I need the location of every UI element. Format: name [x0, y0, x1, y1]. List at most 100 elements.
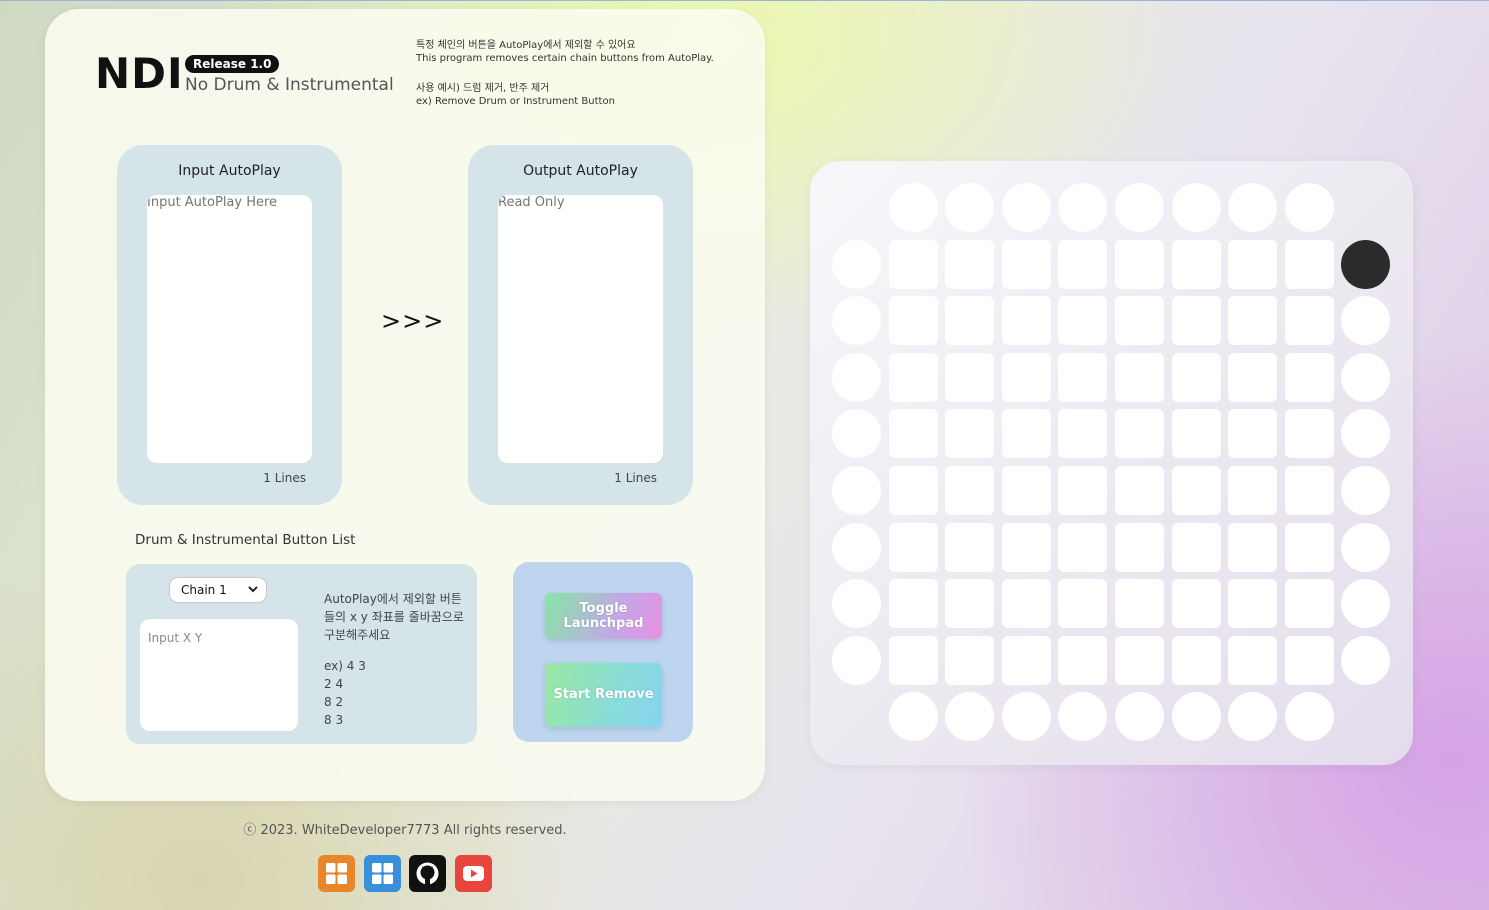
launchpad-round-button[interactable] [1228, 183, 1278, 232]
launchpad-pad[interactable] [1115, 352, 1164, 402]
launchpad-round-button[interactable] [832, 635, 881, 685]
launchpad-pad[interactable] [1115, 466, 1164, 515]
output-autoplay-textarea[interactable] [498, 195, 663, 463]
chain-select[interactable]: Chain 1 [169, 577, 267, 603]
launchpad-pad[interactable] [1228, 579, 1278, 629]
launchpad-pad[interactable] [888, 296, 938, 346]
launchpad-pad[interactable] [888, 579, 938, 629]
launchpad-pad[interactable] [1058, 466, 1108, 515]
launchpad-pad[interactable] [1058, 296, 1108, 346]
launchpad-pad[interactable] [1228, 635, 1278, 685]
launchpad-pad[interactable] [945, 522, 995, 572]
launchpad-round-button[interactable] [832, 239, 881, 289]
launchpad-pad[interactable] [1171, 635, 1221, 685]
launchpad-round-button[interactable] [1058, 692, 1108, 742]
launchpad-round-button[interactable] [832, 579, 881, 629]
launchpad-pad[interactable] [1001, 466, 1051, 515]
launchpad-pad[interactable] [1228, 296, 1278, 346]
launchpad-pad[interactable] [945, 239, 995, 289]
launchpad-round-button[interactable] [1115, 183, 1164, 232]
launchpad-pad[interactable] [1115, 296, 1164, 346]
launchpad-pad[interactable] [1115, 409, 1164, 459]
launchpad-pad[interactable] [1058, 635, 1108, 685]
launchpad-pad[interactable] [1058, 352, 1108, 402]
launchpad-pad[interactable] [1228, 522, 1278, 572]
launchpad-pad[interactable] [1228, 409, 1278, 459]
launchpad-pad[interactable] [945, 409, 995, 459]
launchpad-pad[interactable] [1058, 239, 1108, 289]
launchpad-pad[interactable] [888, 635, 938, 685]
launchpad-pad[interactable] [1228, 466, 1278, 515]
launchpad-pad[interactable] [1284, 522, 1334, 572]
launchpad-pad[interactable] [1228, 352, 1278, 402]
input-autoplay-textarea[interactable] [147, 195, 312, 463]
launchpad-pad[interactable] [1115, 522, 1164, 572]
launchpad-pad[interactable] [1058, 522, 1108, 572]
launchpad-pad[interactable] [888, 352, 938, 402]
xy-input-field[interactable]: Input X Y [140, 619, 298, 731]
launchpad-round-button[interactable] [1284, 692, 1334, 742]
windows-icon[interactable] [364, 855, 401, 892]
launchpad-round-button[interactable] [1001, 183, 1051, 232]
launchpad-pad[interactable] [1001, 352, 1051, 402]
launchpad-round-button[interactable] [888, 183, 938, 232]
launchpad-pad[interactable] [1058, 409, 1108, 459]
launchpad-pad[interactable] [1284, 352, 1334, 402]
launchpad-pad[interactable] [1171, 239, 1221, 289]
github-icon[interactable] [409, 855, 446, 892]
launchpad-round-button[interactable] [945, 183, 995, 232]
launchpad-pad[interactable] [1284, 635, 1334, 685]
launchpad-round-button[interactable] [832, 296, 881, 346]
launchpad-pad[interactable] [1001, 579, 1051, 629]
launchpad-round-button[interactable] [1284, 183, 1334, 232]
launchpad-pad[interactable] [1228, 239, 1278, 289]
launchpad-round-button[interactable] [1341, 466, 1391, 515]
launchpad-round-button[interactable] [1341, 352, 1391, 402]
launchpad-round-button[interactable] [832, 409, 881, 459]
youtube-icon[interactable] [455, 855, 492, 892]
launchpad-pad[interactable] [1001, 239, 1051, 289]
launchpad-pad[interactable] [1001, 409, 1051, 459]
launchpad-pad[interactable] [945, 296, 995, 346]
launchpad-round-button[interactable] [1341, 296, 1391, 346]
launchpad-pad[interactable] [1115, 579, 1164, 629]
launchpad-round-button[interactable] [1341, 522, 1391, 572]
launchpad-round-button[interactable] [1341, 579, 1391, 629]
launchpad-pad[interactable] [1001, 635, 1051, 685]
launchpad-pad[interactable] [1171, 352, 1221, 402]
launchpad-round-button[interactable] [832, 466, 881, 515]
launchpad-pad[interactable] [945, 466, 995, 515]
launchpad-pad[interactable] [1171, 522, 1221, 572]
launchpad-pad[interactable] [888, 409, 938, 459]
launchpad-round-button[interactable] [832, 352, 881, 402]
launchpad-pad[interactable] [1001, 296, 1051, 346]
launchpad-pad[interactable] [888, 522, 938, 572]
launchpad-round-button[interactable] [1341, 635, 1391, 685]
launchpad-round-button[interactable] [1341, 409, 1391, 459]
launchpad-pad[interactable] [1001, 522, 1051, 572]
launchpad-pad[interactable] [888, 239, 938, 289]
launchpad-pad[interactable] [1115, 635, 1164, 685]
windows-icon[interactable] [318, 855, 355, 892]
launchpad-button-active[interactable] [1341, 239, 1391, 289]
launchpad-round-button[interactable] [1228, 692, 1278, 742]
toggle-launchpad-button[interactable]: Toggle Launchpad [545, 593, 662, 639]
launchpad-pad[interactable] [945, 579, 995, 629]
launchpad-pad[interactable] [888, 466, 938, 515]
launchpad-round-button[interactable] [1058, 183, 1108, 232]
launchpad-pad[interactable] [1284, 296, 1334, 346]
launchpad-round-button[interactable] [832, 522, 881, 572]
launchpad-pad[interactable] [945, 635, 995, 685]
launchpad-pad[interactable] [1115, 239, 1164, 289]
launchpad-pad[interactable] [1171, 579, 1221, 629]
launchpad-pad[interactable] [1284, 579, 1334, 629]
launchpad-pad[interactable] [1171, 466, 1221, 515]
launchpad-pad[interactable] [1171, 296, 1221, 346]
launchpad-round-button[interactable] [1001, 692, 1051, 742]
launchpad-pad[interactable] [1284, 466, 1334, 515]
launchpad-round-button[interactable] [888, 692, 938, 742]
launchpad-pad[interactable] [1171, 409, 1221, 459]
start-remove-button[interactable]: Start Remove [545, 663, 662, 727]
launchpad-round-button[interactable] [1115, 692, 1164, 742]
launchpad-pad[interactable] [1058, 579, 1108, 629]
